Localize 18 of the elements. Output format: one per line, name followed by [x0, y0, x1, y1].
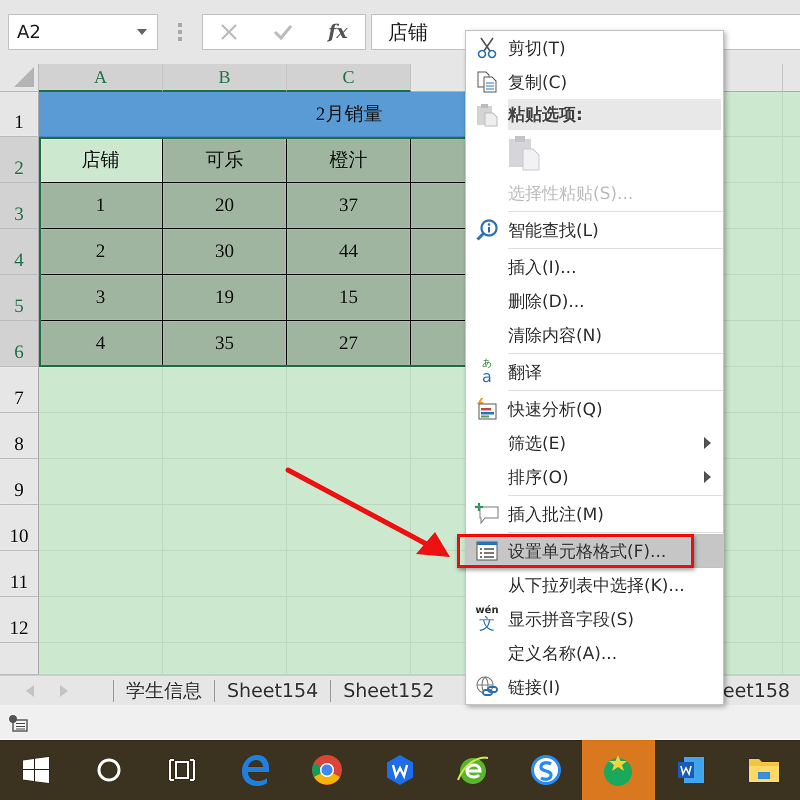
table-cell: 店铺	[39, 137, 163, 183]
table-cell: 27	[287, 321, 411, 367]
translate-icon: あ a	[482, 359, 492, 385]
table-cell: 20	[163, 183, 287, 229]
table-cell: 1	[39, 183, 163, 229]
table-cell: 19	[163, 275, 287, 321]
table-cell: 35	[163, 321, 287, 367]
table-cell: 可乐	[163, 137, 287, 183]
table-cell: 44	[287, 229, 411, 275]
phonetic-icon: wén 文	[475, 606, 499, 632]
table-cell: 3	[39, 275, 163, 321]
table-cell: 30	[163, 229, 287, 275]
table-cell: 15	[287, 275, 411, 321]
table-cell: 4	[39, 321, 163, 367]
table-cell: 37	[287, 183, 411, 229]
table-cell: 2	[39, 229, 163, 275]
cell-reference: A2	[17, 22, 41, 42]
table-cell: 橙汁	[287, 137, 411, 183]
